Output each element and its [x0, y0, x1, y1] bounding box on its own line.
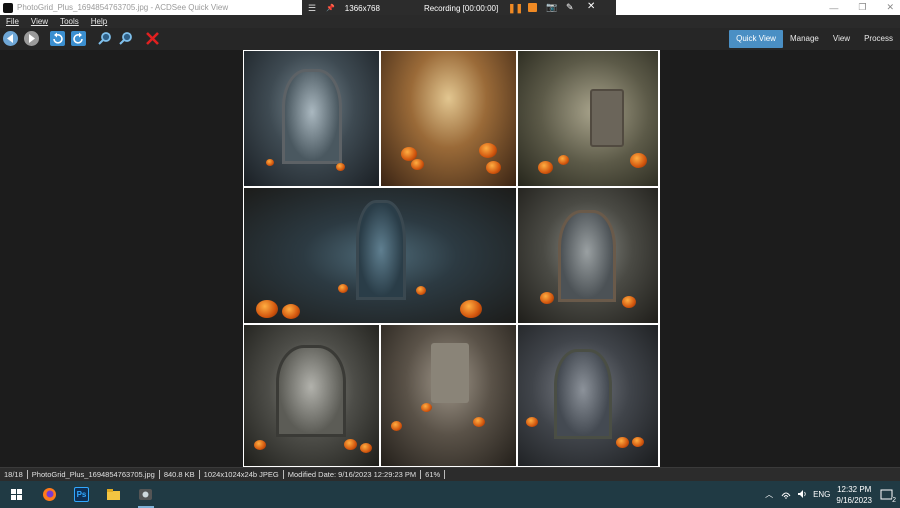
windows-start-icon[interactable]	[9, 487, 24, 502]
tab-view[interactable]: View	[826, 30, 857, 48]
zoom-in-icon[interactable]	[97, 31, 112, 46]
grid-image-7	[381, 325, 516, 466]
menu-help[interactable]: Help	[91, 17, 107, 26]
status-modified-date: Modified Date: 9/16/2023 12:29:23 PM	[284, 470, 422, 479]
recording-toolbar: ☰ 📌 1366x768 Recording [00:00:00] ❚❚ 📷 ✎…	[302, 0, 616, 16]
clock-date: 9/16/2023	[836, 495, 872, 505]
status-bar: 18/18 PhotoGrid_Plus_1694854763705.jpg 8…	[0, 467, 900, 481]
image-viewer[interactable]	[0, 50, 900, 467]
mode-tabs: Quick View Manage View Process	[729, 30, 900, 48]
pause-button[interactable]: ❚❚	[508, 2, 523, 14]
volume-icon[interactable]	[797, 489, 807, 501]
network-icon[interactable]	[781, 489, 791, 501]
menu-view[interactable]: View	[31, 17, 48, 26]
zoom-out-icon[interactable]	[118, 31, 133, 46]
menu-bar: File View Tools Help	[0, 15, 900, 28]
grid-image-8	[518, 325, 658, 466]
menu-tools[interactable]: Tools	[60, 17, 79, 26]
forward-icon[interactable]	[24, 31, 39, 46]
file-explorer-icon[interactable]	[106, 487, 121, 502]
window-title: PhotoGrid_Plus_1694854763705.jpg - ACDSe…	[17, 3, 229, 12]
acdsee-app-icon	[3, 2, 13, 13]
clock[interactable]: 12:32 PM 9/16/2023	[836, 484, 872, 506]
delete-icon[interactable]	[145, 31, 160, 46]
stop-button[interactable]	[528, 3, 537, 12]
language-indicator[interactable]: ENG	[813, 490, 830, 499]
notification-icon[interactable]: 2	[880, 488, 896, 504]
grid-image-2	[381, 51, 516, 186]
notification-count: 2	[892, 496, 896, 504]
rotate-left-icon[interactable]	[50, 31, 65, 46]
tab-quick-view[interactable]: Quick View	[729, 30, 783, 48]
status-filesize: 840.8 KB	[160, 470, 200, 479]
menu-file[interactable]: File	[6, 17, 19, 26]
grid-image-1	[244, 51, 379, 186]
status-index: 18/18	[0, 470, 28, 479]
camera-icon[interactable]: 📷	[546, 2, 557, 13]
recording-close-icon[interactable]: ✕	[587, 1, 595, 12]
system-tray: ︿ ENG 12:32 PM 9/16/2023 2	[765, 481, 900, 508]
pin-icon[interactable]: 📌	[326, 4, 335, 12]
acdsee-icon[interactable]	[138, 487, 153, 502]
windows-taskbar: Ps ︿ ENG 12:32 PM 9/16/2023 2	[0, 481, 900, 508]
toolbar: Quick View Manage View Process	[0, 28, 900, 50]
minimize-button[interactable]: —	[829, 3, 838, 13]
tray-chevron-icon[interactable]: ︿	[765, 489, 773, 500]
rotate-right-icon[interactable]	[71, 31, 86, 46]
tab-process[interactable]: Process	[857, 30, 900, 48]
recording-resolution[interactable]: 1366x768	[345, 4, 380, 13]
status-filename: PhotoGrid_Plus_1694854763705.jpg	[28, 470, 160, 479]
menu-icon[interactable]: ☰	[308, 3, 316, 14]
photoshop-icon[interactable]: Ps	[74, 487, 89, 502]
grid-image-3	[518, 51, 658, 186]
close-button[interactable]: ✕	[886, 2, 894, 13]
restore-button[interactable]: ❐	[858, 2, 866, 13]
acdsee-quick-view-window: PhotoGrid_Plus_1694854763705.jpg - ACDSe…	[0, 0, 900, 508]
halloween-photo-grid	[243, 50, 660, 467]
tab-manage[interactable]: Manage	[783, 30, 826, 48]
status-dimensions: 1024x1024x24b JPEG	[200, 470, 284, 479]
status-zoom[interactable]: 61%	[421, 470, 446, 479]
clock-time: 12:32 PM	[837, 484, 872, 494]
grid-image-4	[244, 188, 516, 323]
grid-image-6	[244, 325, 379, 466]
pen-icon[interactable]: ✎	[566, 2, 574, 13]
firefox-icon[interactable]	[42, 487, 57, 502]
back-icon[interactable]	[3, 31, 18, 46]
recording-status: Recording [00:00:00]	[423, 3, 499, 13]
grid-image-5	[518, 188, 658, 323]
